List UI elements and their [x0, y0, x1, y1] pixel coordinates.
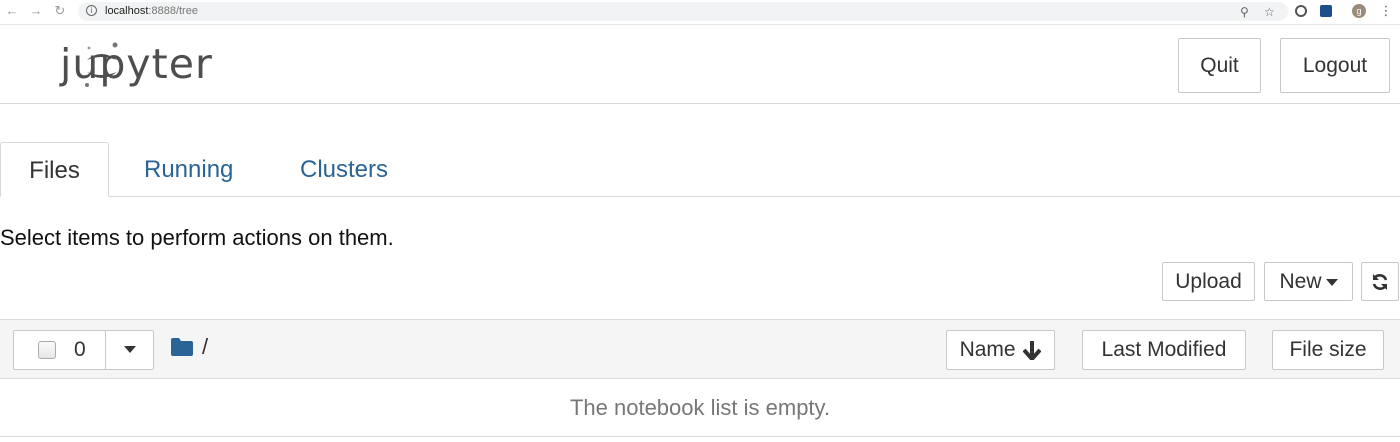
quit-button[interactable]: Quit — [1178, 38, 1261, 93]
empty-list-message: The notebook list is empty. — [0, 379, 1400, 437]
arrow-down-icon — [1023, 341, 1042, 361]
avatar[interactable]: g — [1352, 4, 1366, 18]
address-bar[interactable]: i localhost:8888/tree ⚲ ☆ — [78, 2, 1288, 21]
instructions-text: Select items to perform actions on them. — [0, 225, 394, 250]
caret-down-icon — [123, 346, 136, 354]
select-all-checkbox[interactable] — [38, 341, 56, 359]
extension-icon[interactable] — [1295, 5, 1307, 17]
tab-running[interactable]: Running — [144, 142, 233, 197]
zoom-icon[interactable]: ⚲ — [1240, 5, 1249, 19]
sort-name-label: Name — [959, 338, 1016, 361]
logo-text[interactable]: jupyter — [60, 40, 213, 88]
upload-button[interactable]: Upload — [1162, 262, 1255, 301]
star-icon[interactable]: ☆ — [1264, 5, 1275, 19]
select-all-control[interactable]: 0 — [13, 330, 106, 370]
extension-icon[interactable] — [1320, 5, 1332, 17]
new-button[interactable]: New — [1264, 262, 1353, 301]
caret-down-icon — [1325, 278, 1338, 286]
sort-file-size-button[interactable]: File size — [1272, 330, 1384, 370]
selected-count: 0 — [74, 338, 86, 361]
back-icon[interactable]: ← — [4, 3, 20, 19]
sort-last-modified-button[interactable]: Last Modified — [1082, 330, 1246, 370]
breadcrumb[interactable]: / — [202, 334, 208, 360]
tab-files[interactable]: Files — [0, 142, 109, 197]
url-text[interactable]: localhost:8888/tree — [105, 4, 198, 19]
new-button-label: New — [1279, 270, 1322, 293]
forward-icon[interactable]: → — [28, 3, 44, 19]
header-divider — [0, 103, 1400, 104]
site-info-icon[interactable]: i — [86, 5, 97, 16]
selection-dropdown-button[interactable] — [105, 330, 154, 370]
folder-icon[interactable] — [170, 337, 194, 357]
kebab-menu-icon[interactable]: ⋮ — [1378, 3, 1394, 19]
refresh-button[interactable] — [1361, 262, 1399, 301]
refresh-icon — [1372, 274, 1388, 291]
reload-icon[interactable]: ↻ — [52, 3, 68, 19]
sort-name-button[interactable]: Name — [946, 330, 1055, 370]
browser-toolbar: ← → ↻ i localhost:8888/tree ⚲ ☆ g ⋮ — [0, 0, 1400, 25]
logout-button[interactable]: Logout — [1280, 38, 1390, 93]
tab-clusters[interactable]: Clusters — [300, 142, 388, 197]
